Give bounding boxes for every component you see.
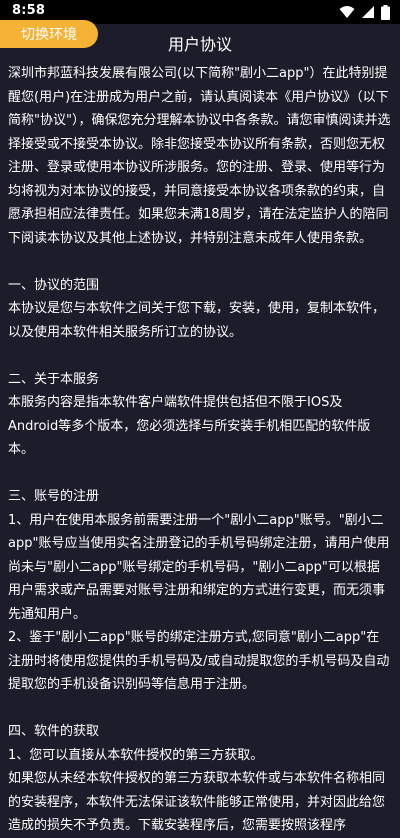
section-2-title: 二、关于本服务 (8, 371, 100, 387)
intro-paragraph: 深圳市邦蓝科技发展有限公司(以下简称"剧小二app"）在此特别提醒您(用户)在注… (8, 66, 391, 246)
page-title: 用户协议 (167, 35, 232, 54)
section-4-paragraph-2: 如果您从未经本软件授权的第三方获取本软件或与本软件名称相同的安装程序，本软件无法… (8, 771, 386, 833)
section-4-title: 四、软件的获取 (8, 724, 100, 739)
section-3-paragraph-1: 1、用户在使用本服务前需要注册一个"剧小二app"账号。"剧小二app"账号应当… (8, 512, 390, 622)
wifi-icon (339, 5, 355, 19)
section-1-body: 本协议是您与本软件之间关于您下载，安装，使用，复制本软件，以及使用本软件相关服务… (8, 301, 386, 340)
section-3-title: 三、账号的注册 (8, 489, 100, 504)
status-time: 8:58 (12, 3, 46, 18)
signal-icon (361, 5, 375, 19)
status-icons (339, 4, 390, 20)
battery-icon (381, 4, 390, 20)
section-4-paragraph-1: 1、您可以直接从本软件授权的第三方获取。 (8, 747, 264, 763)
agreement-content[interactable]: 深圳市邦蓝科技发展有限公司(以下简称"剧小二app"）在此特别提醒您(用户)在注… (8, 62, 392, 838)
section-3-paragraph-2: 2、鉴于"剧小二app"账号的绑定注册方式,您同意"剧小二app"在注册时将使用… (8, 630, 390, 692)
section-2-body: 本服务内容是指本软件客户端软件提供包括但不限于IOS及Android等多个版本，… (8, 395, 371, 457)
section-1-title: 一、协议的范围 (8, 277, 100, 293)
